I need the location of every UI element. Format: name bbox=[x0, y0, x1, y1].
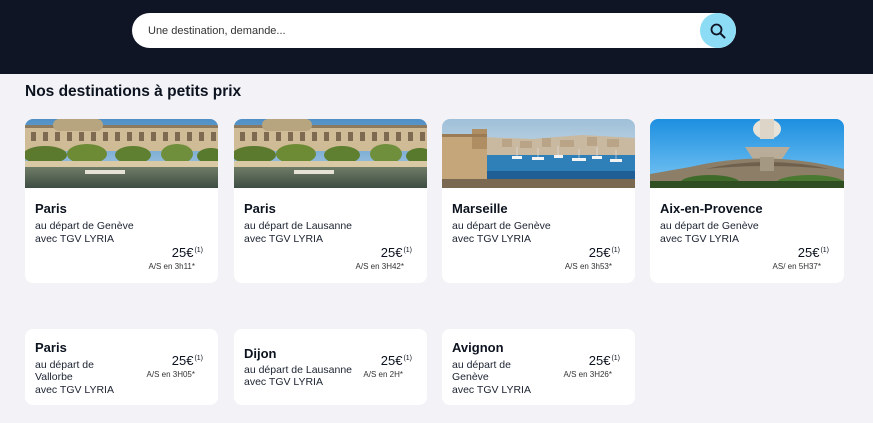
destination-price: 25€(1) bbox=[171, 353, 203, 368]
search-icon bbox=[710, 23, 726, 38]
destination-price: 25€(1) bbox=[380, 245, 412, 260]
destination-city: Paris bbox=[35, 340, 67, 355]
marseille-harbor-photo bbox=[442, 119, 635, 188]
destination-price: 25€(1) bbox=[588, 353, 620, 368]
destination-origin: au départ de bbox=[35, 359, 94, 371]
destination-city: Paris bbox=[244, 201, 276, 216]
destination-train: avec TGV LYRIA bbox=[35, 384, 114, 396]
destination-card[interactable]: Dijon au départ de Lausanne avec TGV LYR… bbox=[234, 329, 427, 405]
destination-train: avec TGV LYRIA bbox=[452, 384, 531, 396]
destination-card[interactable]: Marseille au départ de Genève avec TGV L… bbox=[442, 119, 635, 283]
destination-origin: au départ de Genève bbox=[35, 220, 134, 232]
destination-city: Marseille bbox=[452, 201, 508, 216]
destination-city: Avignon bbox=[452, 340, 504, 355]
section-title: Nos destinations à petits prix bbox=[25, 83, 242, 100]
destination-price: 25€(1) bbox=[380, 353, 412, 368]
destination-card[interactable]: Paris au départ de Genève avec TGV LYRIA… bbox=[25, 119, 218, 283]
destination-duration: A/S en 3h11* bbox=[148, 262, 195, 271]
paris-louvre-photo bbox=[25, 119, 218, 188]
destination-card[interactable]: Paris au départ de Lausanne avec TGV LYR… bbox=[234, 119, 427, 283]
destination-origin-city: Vallorbe bbox=[35, 371, 73, 383]
top-header bbox=[0, 0, 873, 74]
search-bar bbox=[132, 13, 736, 48]
destination-card[interactable]: Aix-en-Provence au départ de Genève avec… bbox=[650, 119, 844, 283]
destination-duration: A/S en 2H* bbox=[363, 370, 403, 379]
destination-city: Dijon bbox=[244, 346, 277, 361]
destination-duration: A/S en 3H26* bbox=[563, 370, 612, 379]
destination-city: Aix-en-Provence bbox=[660, 201, 763, 216]
destination-duration: AS/ en 5H37* bbox=[772, 262, 821, 271]
destination-origin: au départ de Genève bbox=[452, 220, 551, 232]
destination-city: Paris bbox=[35, 201, 67, 216]
destination-price: 25€(1) bbox=[588, 245, 620, 260]
destination-price: 25€(1) bbox=[797, 245, 829, 260]
paris-louvre-photo bbox=[234, 119, 427, 188]
destination-card[interactable]: Paris au départ de Vallorbe avec TGV LYR… bbox=[25, 329, 218, 405]
destination-train: avec TGV LYRIA bbox=[660, 233, 739, 245]
destination-price: 25€(1) bbox=[171, 245, 203, 260]
destination-origin: au départ de Lausanne bbox=[244, 220, 353, 232]
destination-origin-city: Genève bbox=[452, 371, 489, 383]
aix-fountain-photo bbox=[650, 119, 844, 188]
destination-origin: au départ de bbox=[452, 359, 511, 371]
destination-train: avec TGV LYRIA bbox=[452, 233, 531, 245]
destination-origin: au départ de Lausanne bbox=[244, 364, 353, 376]
destination-train: avec TGV LYRIA bbox=[35, 233, 114, 245]
destination-origin: au départ de Genève bbox=[660, 220, 759, 232]
destination-duration: A/S en 3H42* bbox=[355, 262, 404, 271]
destination-duration: A/S en 3h53* bbox=[564, 262, 612, 271]
destination-train: avec TGV LYRIA bbox=[244, 233, 323, 245]
destination-card[interactable]: Avignon au départ de Genève avec TGV LYR… bbox=[442, 329, 635, 405]
destination-train: avec TGV LYRIA bbox=[244, 376, 323, 388]
destination-duration: A/S en 3H05* bbox=[146, 370, 195, 379]
search-input[interactable] bbox=[132, 13, 692, 48]
search-button[interactable] bbox=[700, 13, 736, 48]
